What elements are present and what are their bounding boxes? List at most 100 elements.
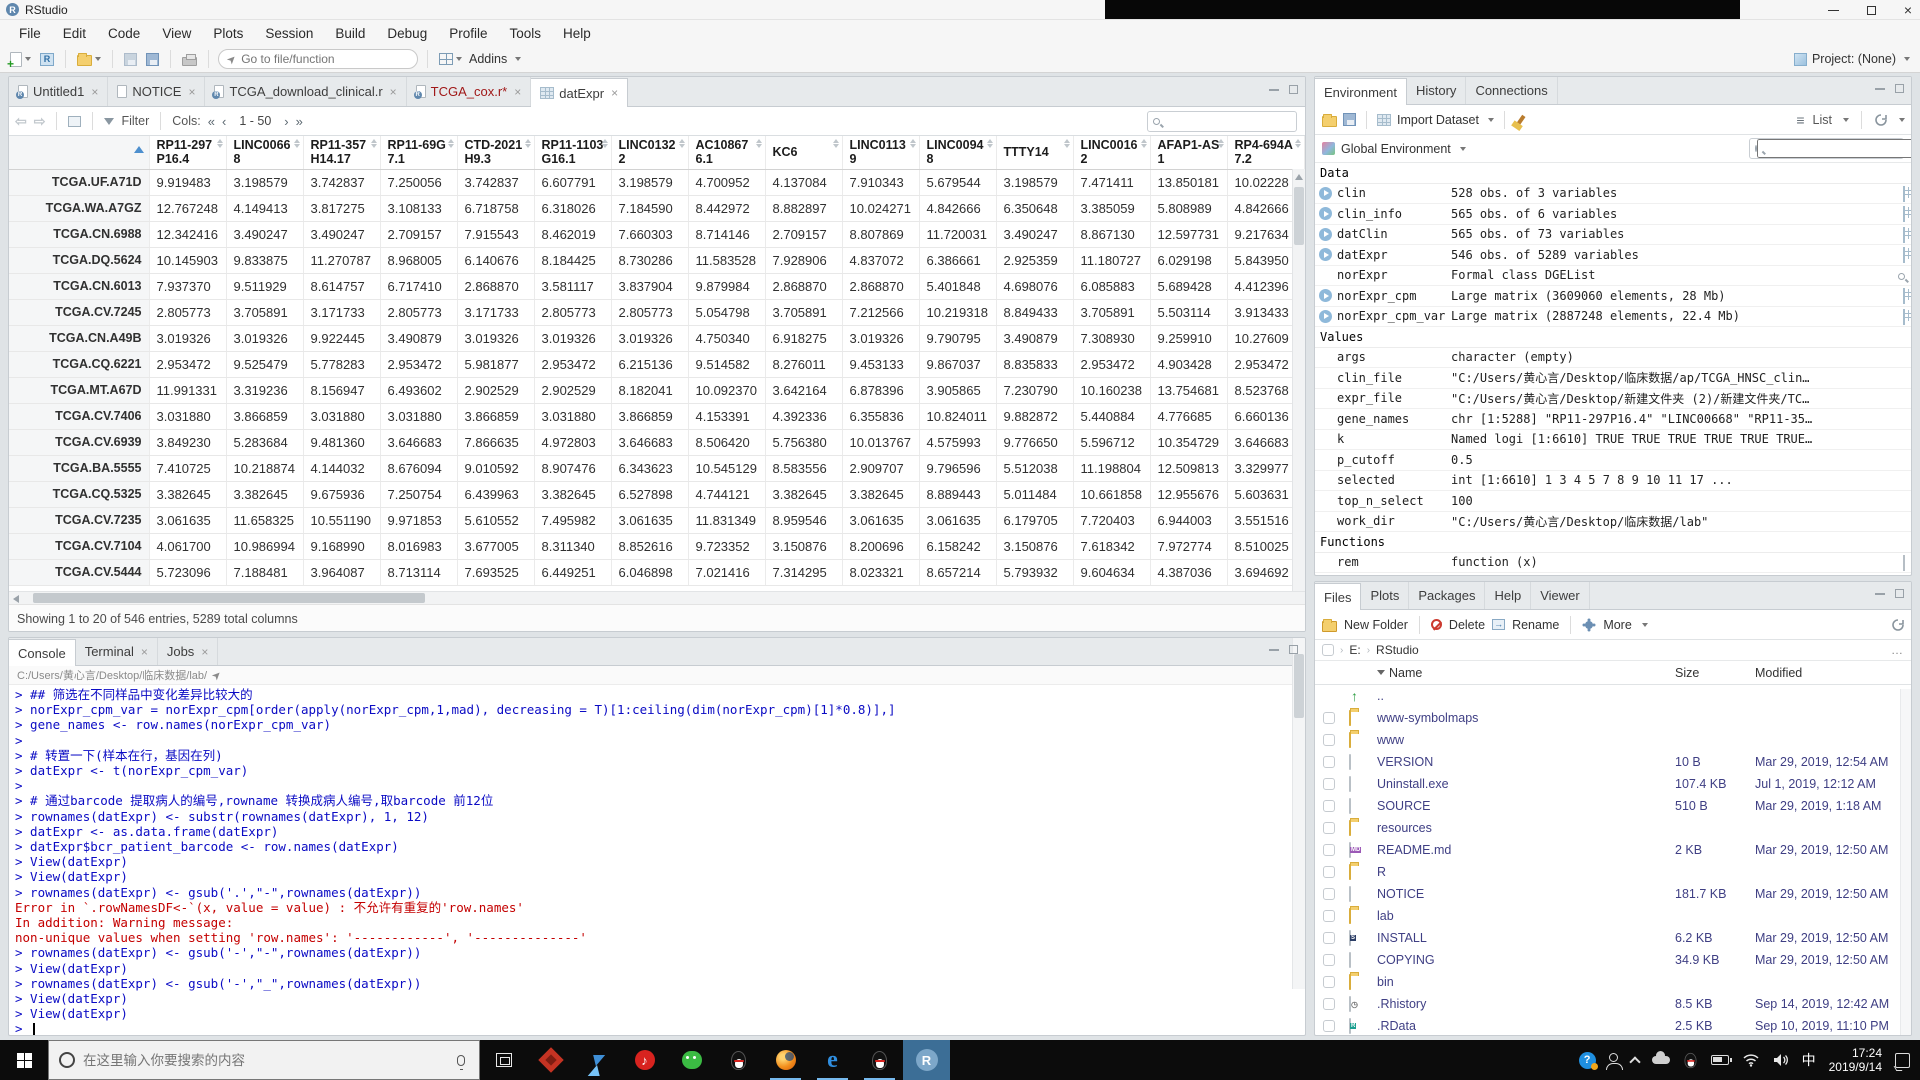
file-checkbox[interactable] [1323,932,1335,944]
table-cell[interactable]: 11.180727 [1073,247,1151,274]
environment-object-row[interactable]: top_n_select 100 [1315,491,1911,512]
table-cell[interactable]: 4.575993 [919,429,997,456]
qq-tray-icon[interactable] [1684,1052,1697,1068]
tab-close-icon[interactable]: × [611,86,618,100]
console-tab-jobs[interactable]: Jobs × [158,638,219,665]
files-tab-plots[interactable]: Plots [1361,582,1410,609]
addins-button[interactable]: Addins [469,52,507,66]
table-cell[interactable]: 12.955676 [1150,481,1228,508]
console-path-arrow-icon[interactable]: ➤ [209,667,225,683]
column-header-linc00162[interactable]: LINC00162 [1073,136,1151,170]
environment-object-row[interactable]: clin_file "C:/Users/黄心言/Desktop/临床数据/ap/T… [1315,368,1911,389]
table-cell[interactable]: 8.462019 [534,221,612,248]
console-output[interactable]: > ## 筛选在不同样品中变化差异比较大的 > norExpr_cpm_var =… [9,685,1305,1035]
table-cell[interactable]: 9.971853 [380,507,458,534]
environment-object-row[interactable]: clin 528 obs. of 3 variables [1315,184,1911,204]
more-button[interactable]: More [1603,618,1631,632]
microphone-icon[interactable] [457,1054,465,1070]
table-cell[interactable]: 3.031880 [303,403,381,430]
sort-toggle-icon[interactable] [601,139,608,148]
table-cell[interactable]: 7.471411 [1073,169,1151,196]
table-cell[interactable]: 8.714146 [688,221,766,248]
table-cell[interactable]: 4.144032 [303,455,381,482]
taskbar-search-input[interactable] [83,1052,449,1068]
table-cell[interactable]: 9.525479 [226,351,304,378]
file-name[interactable]: VERSION [1377,755,1433,769]
table-cell[interactable]: 6.029198 [1150,247,1228,274]
table-cell[interactable]: 10.354729 [1150,429,1228,456]
editor-tab-untitled1[interactable]: R Untitled1 × [9,77,109,106]
environment-object-row[interactable]: norExpr Formal class DGEList [1315,266,1911,286]
file-name[interactable]: www [1377,733,1404,747]
table-cell[interactable]: 4.149413 [226,195,304,222]
table-cell[interactable]: 4.153391 [688,403,766,430]
table-cell[interactable]: 9.481360 [303,429,381,456]
table-cell[interactable]: 3.061635 [842,507,920,534]
file-checkbox[interactable] [1323,844,1335,856]
table-cell[interactable]: 2.709157 [765,221,843,248]
view-data-icon[interactable] [1903,185,1905,202]
file-row[interactable]: www [1315,729,1911,751]
sort-toggle-icon[interactable] [1063,139,1070,148]
menu-file[interactable]: File [8,23,52,44]
table-cell[interactable]: 6.944003 [1150,507,1228,534]
open-in-new-window-icon[interactable] [68,115,82,127]
files-tab-files[interactable]: Files [1315,583,1362,610]
table-cell[interactable]: 6.386661 [919,247,997,274]
table-vertical-scrollbar[interactable] [1292,169,1305,591]
inspect-icon[interactable] [1898,269,1905,283]
table-cell[interactable]: 3.490247 [303,221,381,248]
table-cell[interactable]: 9.723352 [688,533,766,560]
table-cell[interactable]: 9.796596 [919,455,997,482]
import-dataset-button[interactable]: Import Dataset [1397,113,1479,127]
table-cell[interactable]: 8.442972 [688,195,766,222]
view-data-icon[interactable] [1903,308,1905,325]
table-cell[interactable]: 12.342416 [149,221,227,248]
environment-object-row[interactable]: k Named logi [1:6610] TRUE TRUE TRUE TRUE… [1315,430,1911,450]
breadcrumb-more-button[interactable]: … [1891,643,1903,657]
file-row[interactable]: bin [1315,971,1911,993]
file-name[interactable]: NOTICE [1377,887,1424,901]
file-row[interactable]: R [1315,861,1911,883]
help-tray-icon[interactable]: ? [1578,1051,1598,1070]
start-button[interactable] [0,1040,48,1080]
table-cell[interactable]: 5.440884 [1073,403,1151,430]
file-checkbox[interactable] [1323,954,1335,966]
table-cell[interactable]: 9.879984 [688,273,766,300]
table-cell[interactable]: 13.850181 [1150,169,1228,196]
table-cell[interactable]: 12.767248 [149,195,227,222]
pane-maximize-icon[interactable] [1289,85,1298,94]
menu-view[interactable]: View [151,23,202,44]
taskbar-app-omen[interactable] [527,1040,574,1080]
sort-toggle-icon[interactable] [1294,139,1301,148]
table-cell[interactable]: 6.343623 [611,455,689,482]
table-cell[interactable]: 3.382645 [842,481,920,508]
save-button[interactable] [122,48,139,70]
table-cell[interactable]: 8.583556 [765,455,843,482]
table-cell[interactable]: 8.182041 [611,377,689,404]
table-cell[interactable]: 4.700952 [688,169,766,196]
table-cell[interactable]: 6.493602 [380,377,458,404]
table-cell[interactable]: 4.137084 [765,169,843,196]
table-cell[interactable]: 10.092370 [688,377,766,404]
table-cell[interactable]: 13.754681 [1150,377,1228,404]
file-name[interactable]: .Rhistory [1377,997,1426,1011]
environment-tab-history[interactable]: History [1407,77,1467,104]
expand-icon[interactable] [1319,309,1332,323]
environment-object-row[interactable]: selected int [1:6610] 1 3 4 5 7 8 9 10 11… [1315,471,1911,491]
cols-first-button[interactable]: « [208,114,215,129]
table-cell[interactable]: 11.270787 [303,247,381,274]
table-cell[interactable]: 4.972803 [534,429,612,456]
sort-toggle-icon[interactable] [986,139,993,148]
table-cell[interactable]: 2.953472 [1073,351,1151,378]
table-cell[interactable]: 8.849433 [996,299,1074,326]
menu-edit[interactable]: Edit [52,23,97,44]
table-cell[interactable]: 9.790795 [919,325,997,352]
table-cell[interactable]: 11.831349 [688,507,766,534]
file-checkbox[interactable] [1323,822,1335,834]
table-cell[interactable]: 10.551190 [303,507,381,534]
goto-file-function-input[interactable] [241,52,392,66]
table-cell[interactable]: 7.495982 [534,507,612,534]
table-cell[interactable]: 6.085883 [1073,273,1151,300]
tab-close-icon[interactable]: × [514,85,521,99]
